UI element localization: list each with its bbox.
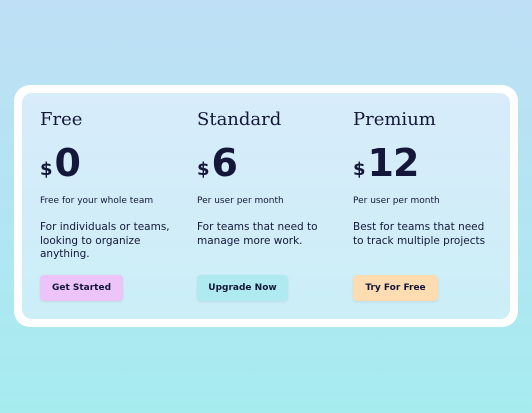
- plan-description: Best for teams that need to track multip…: [353, 221, 486, 247]
- plan-price: $ 12: [353, 141, 420, 185]
- plan-name: Standard: [197, 109, 282, 130]
- currency-symbol: $: [197, 159, 210, 180]
- plan-premium: Premium $ 12 Per user per month Best for…: [353, 93, 498, 319]
- plan-price: $ 0: [40, 141, 81, 185]
- price-amount: 0: [54, 141, 81, 185]
- price-amount: 6: [211, 141, 238, 185]
- pricing-card: Free $ 0 Free for your whole team For in…: [14, 85, 518, 327]
- plan-standard: Standard $ 6 Per user per month For team…: [197, 93, 342, 319]
- get-started-button[interactable]: Get Started: [40, 275, 123, 301]
- price-period: Per user per month: [353, 196, 440, 206]
- plan-name: Premium: [353, 109, 436, 130]
- pricing-card-inner: Free $ 0 Free for your whole team For in…: [22, 93, 510, 319]
- try-for-free-button[interactable]: Try For Free: [353, 275, 438, 301]
- plan-description: For individuals or teams, looking to org…: [40, 221, 170, 260]
- price-period: Free for your whole team: [40, 196, 154, 206]
- price-period: Per user per month: [197, 196, 284, 206]
- currency-symbol: $: [40, 159, 53, 180]
- price-amount: 12: [367, 141, 420, 185]
- plan-description: For teams that need to manage more work.: [197, 221, 318, 247]
- upgrade-now-button[interactable]: Upgrade Now: [197, 275, 288, 301]
- currency-symbol: $: [353, 159, 366, 180]
- plan-name: Free: [40, 109, 83, 130]
- plan-price: $ 6: [197, 141, 238, 185]
- plan-free: Free $ 0 Free for your whole team For in…: [40, 93, 185, 319]
